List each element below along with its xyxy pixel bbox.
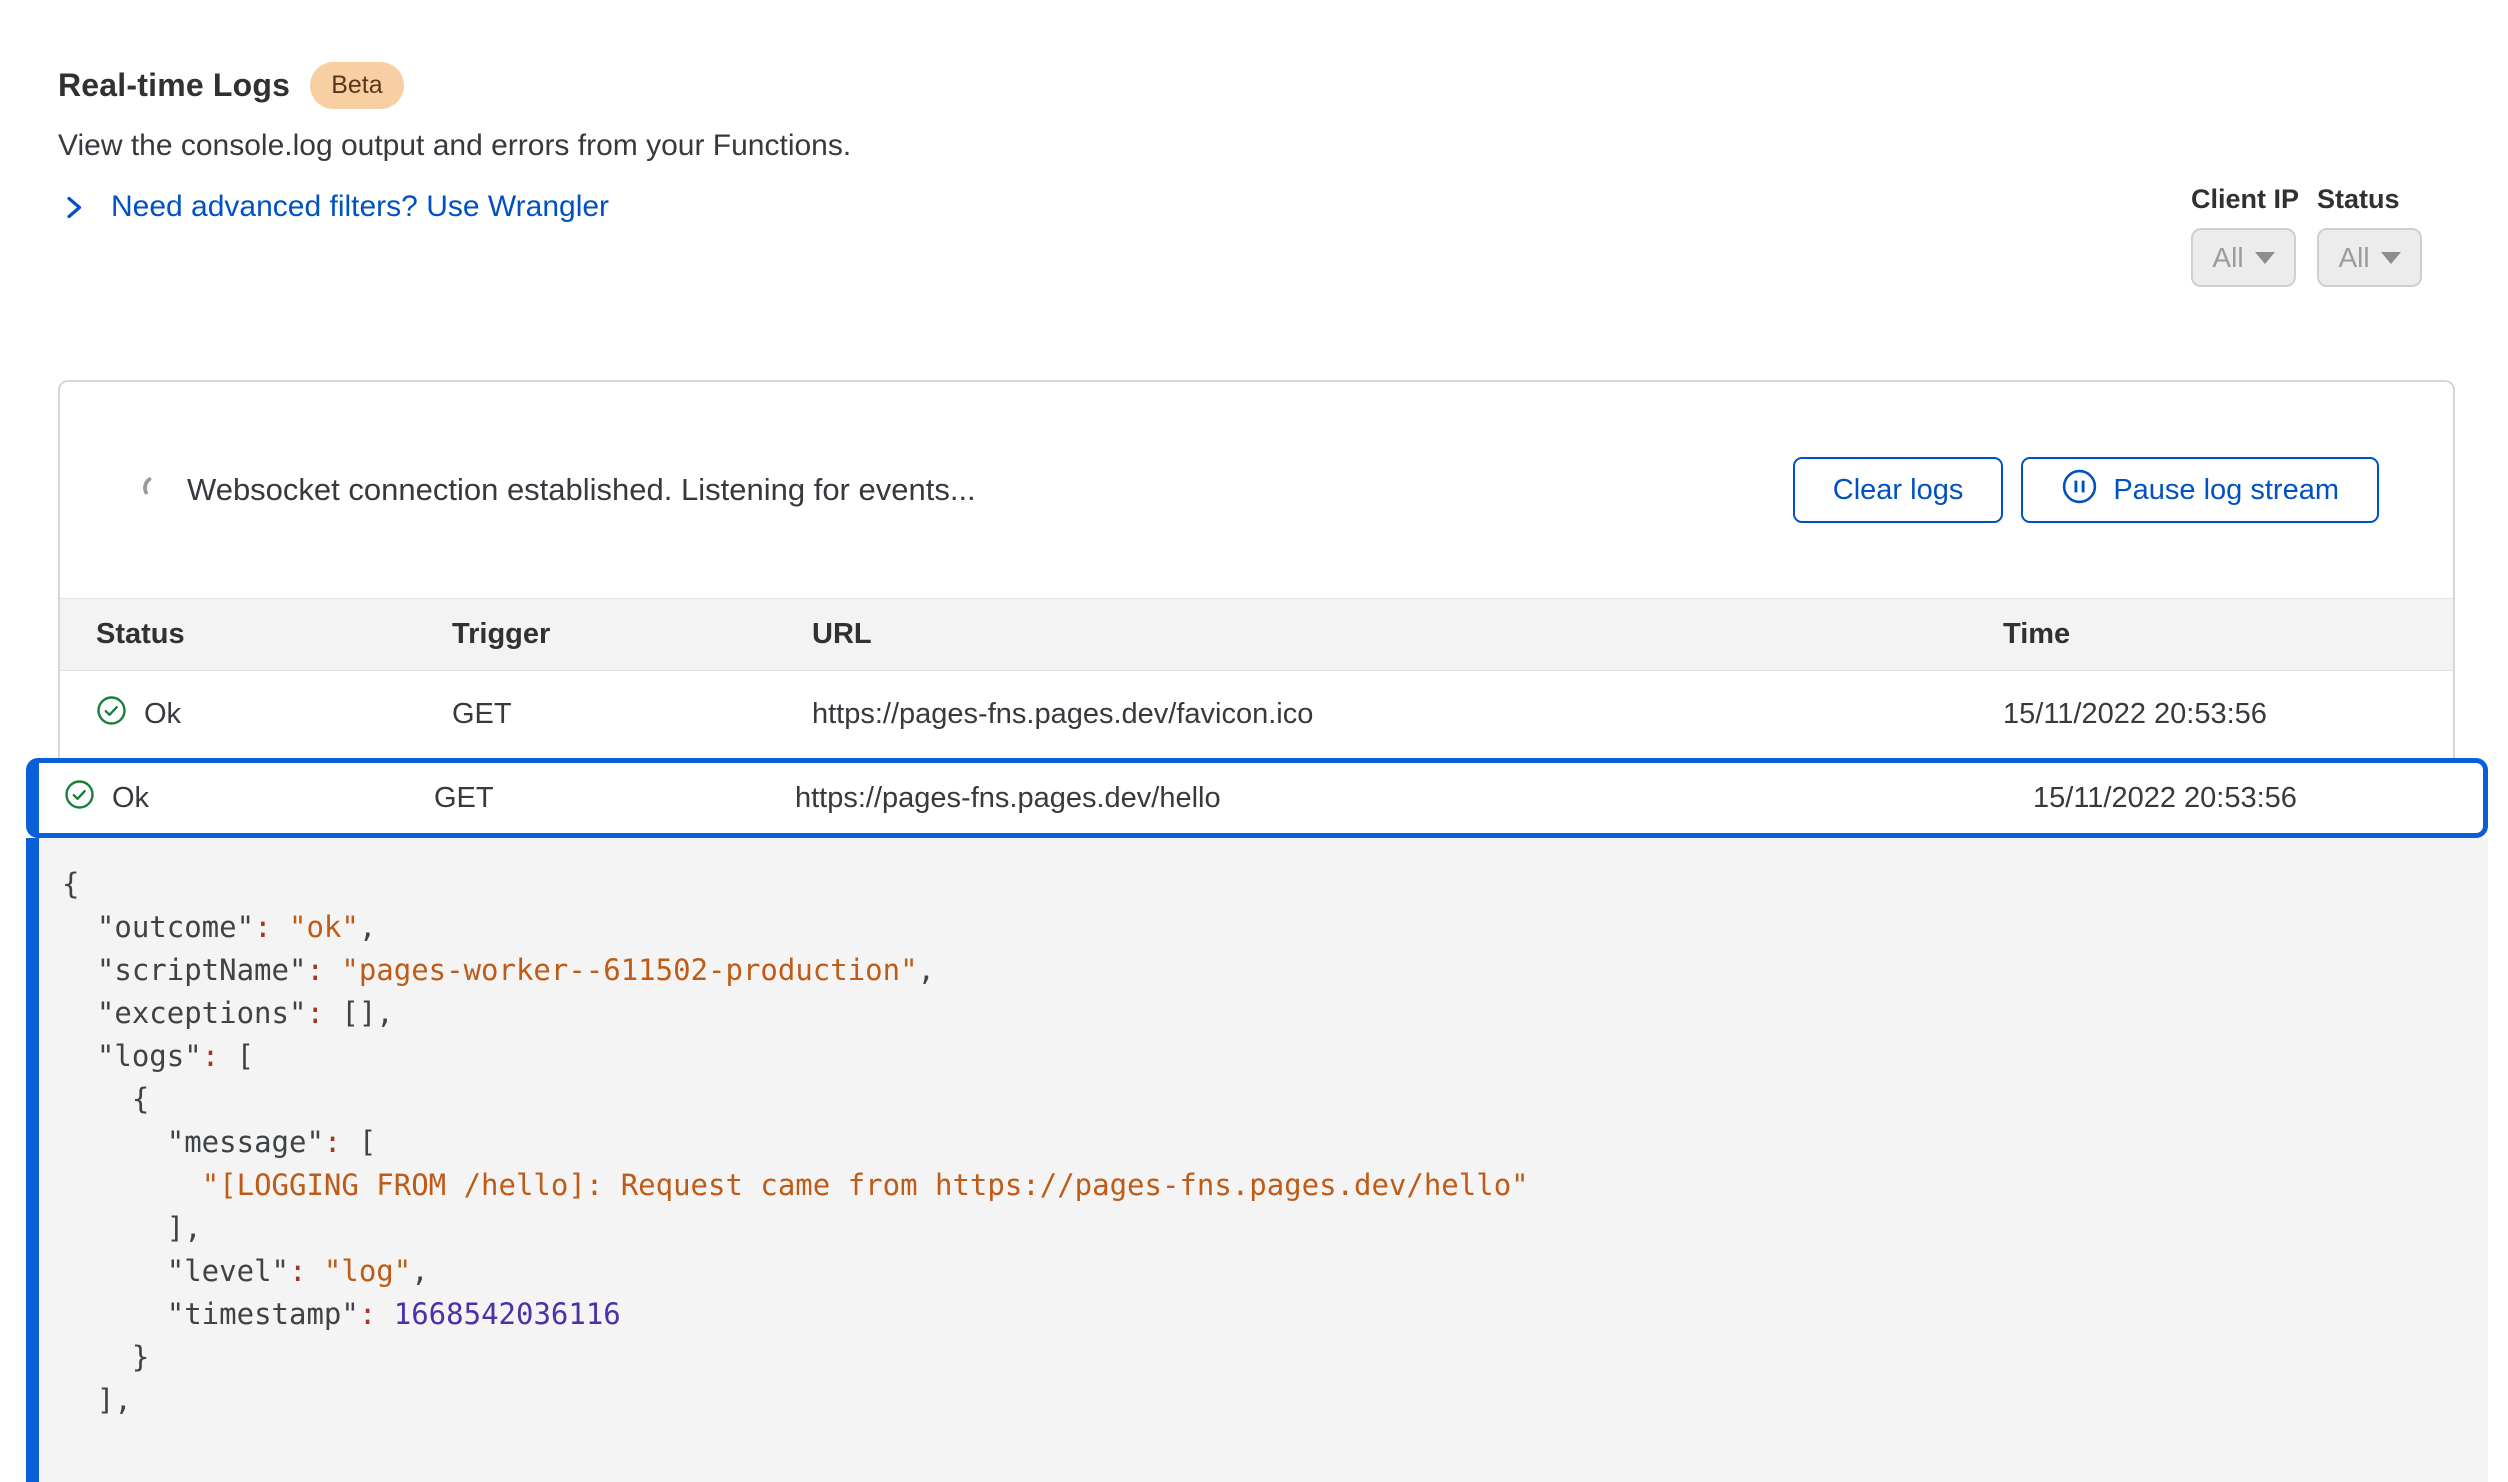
- status-value: Ok: [112, 782, 149, 815]
- log-table-header: Status Trigger URL Time: [60, 598, 2453, 671]
- clear-logs-button[interactable]: Clear logs: [1793, 457, 2004, 523]
- trigger-cell: GET: [434, 782, 795, 815]
- pause-icon: [2061, 468, 2098, 513]
- chevron-right-icon: [62, 192, 87, 223]
- log-json-line: "logs": [: [62, 1035, 2448, 1078]
- logs-panel: Websocket connection established. Listen…: [58, 380, 2455, 758]
- websocket-toolbar: Websocket connection established. Listen…: [60, 382, 2453, 598]
- log-filters: Client IP All Status All: [2191, 184, 2422, 287]
- column-header-time: Time: [2003, 618, 2453, 651]
- log-detail-json: { "outcome": "ok", "scriptName": "pages-…: [26, 838, 2488, 1482]
- log-json-line: "outcome": "ok",: [62, 906, 2448, 949]
- pause-log-stream-button[interactable]: Pause log stream: [2021, 457, 2379, 523]
- column-header-url: URL: [812, 618, 2003, 651]
- spinner-icon: [140, 472, 167, 508]
- log-json-line: ],: [62, 1379, 2448, 1422]
- selected-log-row[interactable]: Ok GET https://pages-fns.pages.dev/hello…: [26, 758, 2488, 838]
- pause-log-stream-button-label: Pause log stream: [2113, 474, 2339, 507]
- status-filter-select[interactable]: All: [2317, 228, 2422, 287]
- log-json-line: {: [62, 1078, 2448, 1121]
- log-json-line: {: [62, 863, 2448, 906]
- log-json-line: "timestamp": 1668542036116: [62, 1293, 2448, 1336]
- client-ip-filter-select[interactable]: All: [2191, 228, 2296, 287]
- websocket-status-text: Websocket connection established. Listen…: [187, 472, 976, 508]
- beta-badge: Beta: [310, 62, 403, 109]
- log-actions: Clear logs Pause log stream: [1793, 457, 2379, 523]
- trigger-cell: GET: [452, 698, 812, 731]
- log-json-line: "level": "log",: [62, 1250, 2448, 1293]
- status-filter-value: All: [2338, 242, 2369, 274]
- caret-down-icon: [2255, 252, 2275, 264]
- client-ip-filter-value: All: [2212, 242, 2243, 274]
- time-cell: 15/11/2022 20:53:56: [2033, 782, 2483, 815]
- log-json-line: "[LOGGING FROM /hello]: Request came fro…: [62, 1164, 2448, 1207]
- caret-down-icon: [2381, 252, 2401, 264]
- check-circle-icon: [64, 779, 95, 818]
- clear-logs-button-label: Clear logs: [1833, 474, 1964, 507]
- websocket-status: Websocket connection established. Listen…: [140, 472, 1793, 508]
- client-ip-filter-label: Client IP: [2191, 184, 2299, 215]
- column-header-trigger: Trigger: [452, 618, 812, 651]
- log-json-line: "scriptName": "pages-worker--611502-prod…: [62, 949, 2448, 992]
- url-cell: https://pages-fns.pages.dev/hello: [795, 782, 2033, 815]
- expanded-log-entry: Ok GET https://pages-fns.pages.dev/hello…: [26, 758, 2488, 1482]
- log-json-line: }: [62, 1336, 2448, 1379]
- status-filter: Status All: [2317, 184, 2422, 287]
- page-subtitle: View the console.log output and errors f…: [58, 129, 851, 163]
- advanced-filters-link-label: Need advanced filters? Use Wrangler: [111, 190, 609, 224]
- page-header: Real-time Logs Beta: [58, 62, 404, 109]
- status-value: Ok: [144, 698, 181, 731]
- log-json-line: ],: [62, 1207, 2448, 1250]
- status-cell: Ok: [64, 779, 434, 818]
- check-circle-icon: [96, 695, 127, 734]
- log-json-line: "message": [: [62, 1121, 2448, 1164]
- page-title: Real-time Logs: [58, 67, 290, 104]
- client-ip-filter: Client IP All: [2191, 184, 2299, 287]
- status-filter-label: Status: [2317, 184, 2400, 215]
- url-cell: https://pages-fns.pages.dev/favicon.ico: [812, 698, 2003, 731]
- time-cell: 15/11/2022 20:53:56: [2003, 698, 2453, 731]
- advanced-filters-link[interactable]: Need advanced filters? Use Wrangler: [62, 190, 609, 224]
- log-table-row[interactable]: Ok GET https://pages-fns.pages.dev/favic…: [60, 671, 2453, 758]
- column-header-status: Status: [96, 618, 452, 651]
- log-json-line: "exceptions": [],: [62, 992, 2448, 1035]
- status-cell: Ok: [96, 695, 452, 734]
